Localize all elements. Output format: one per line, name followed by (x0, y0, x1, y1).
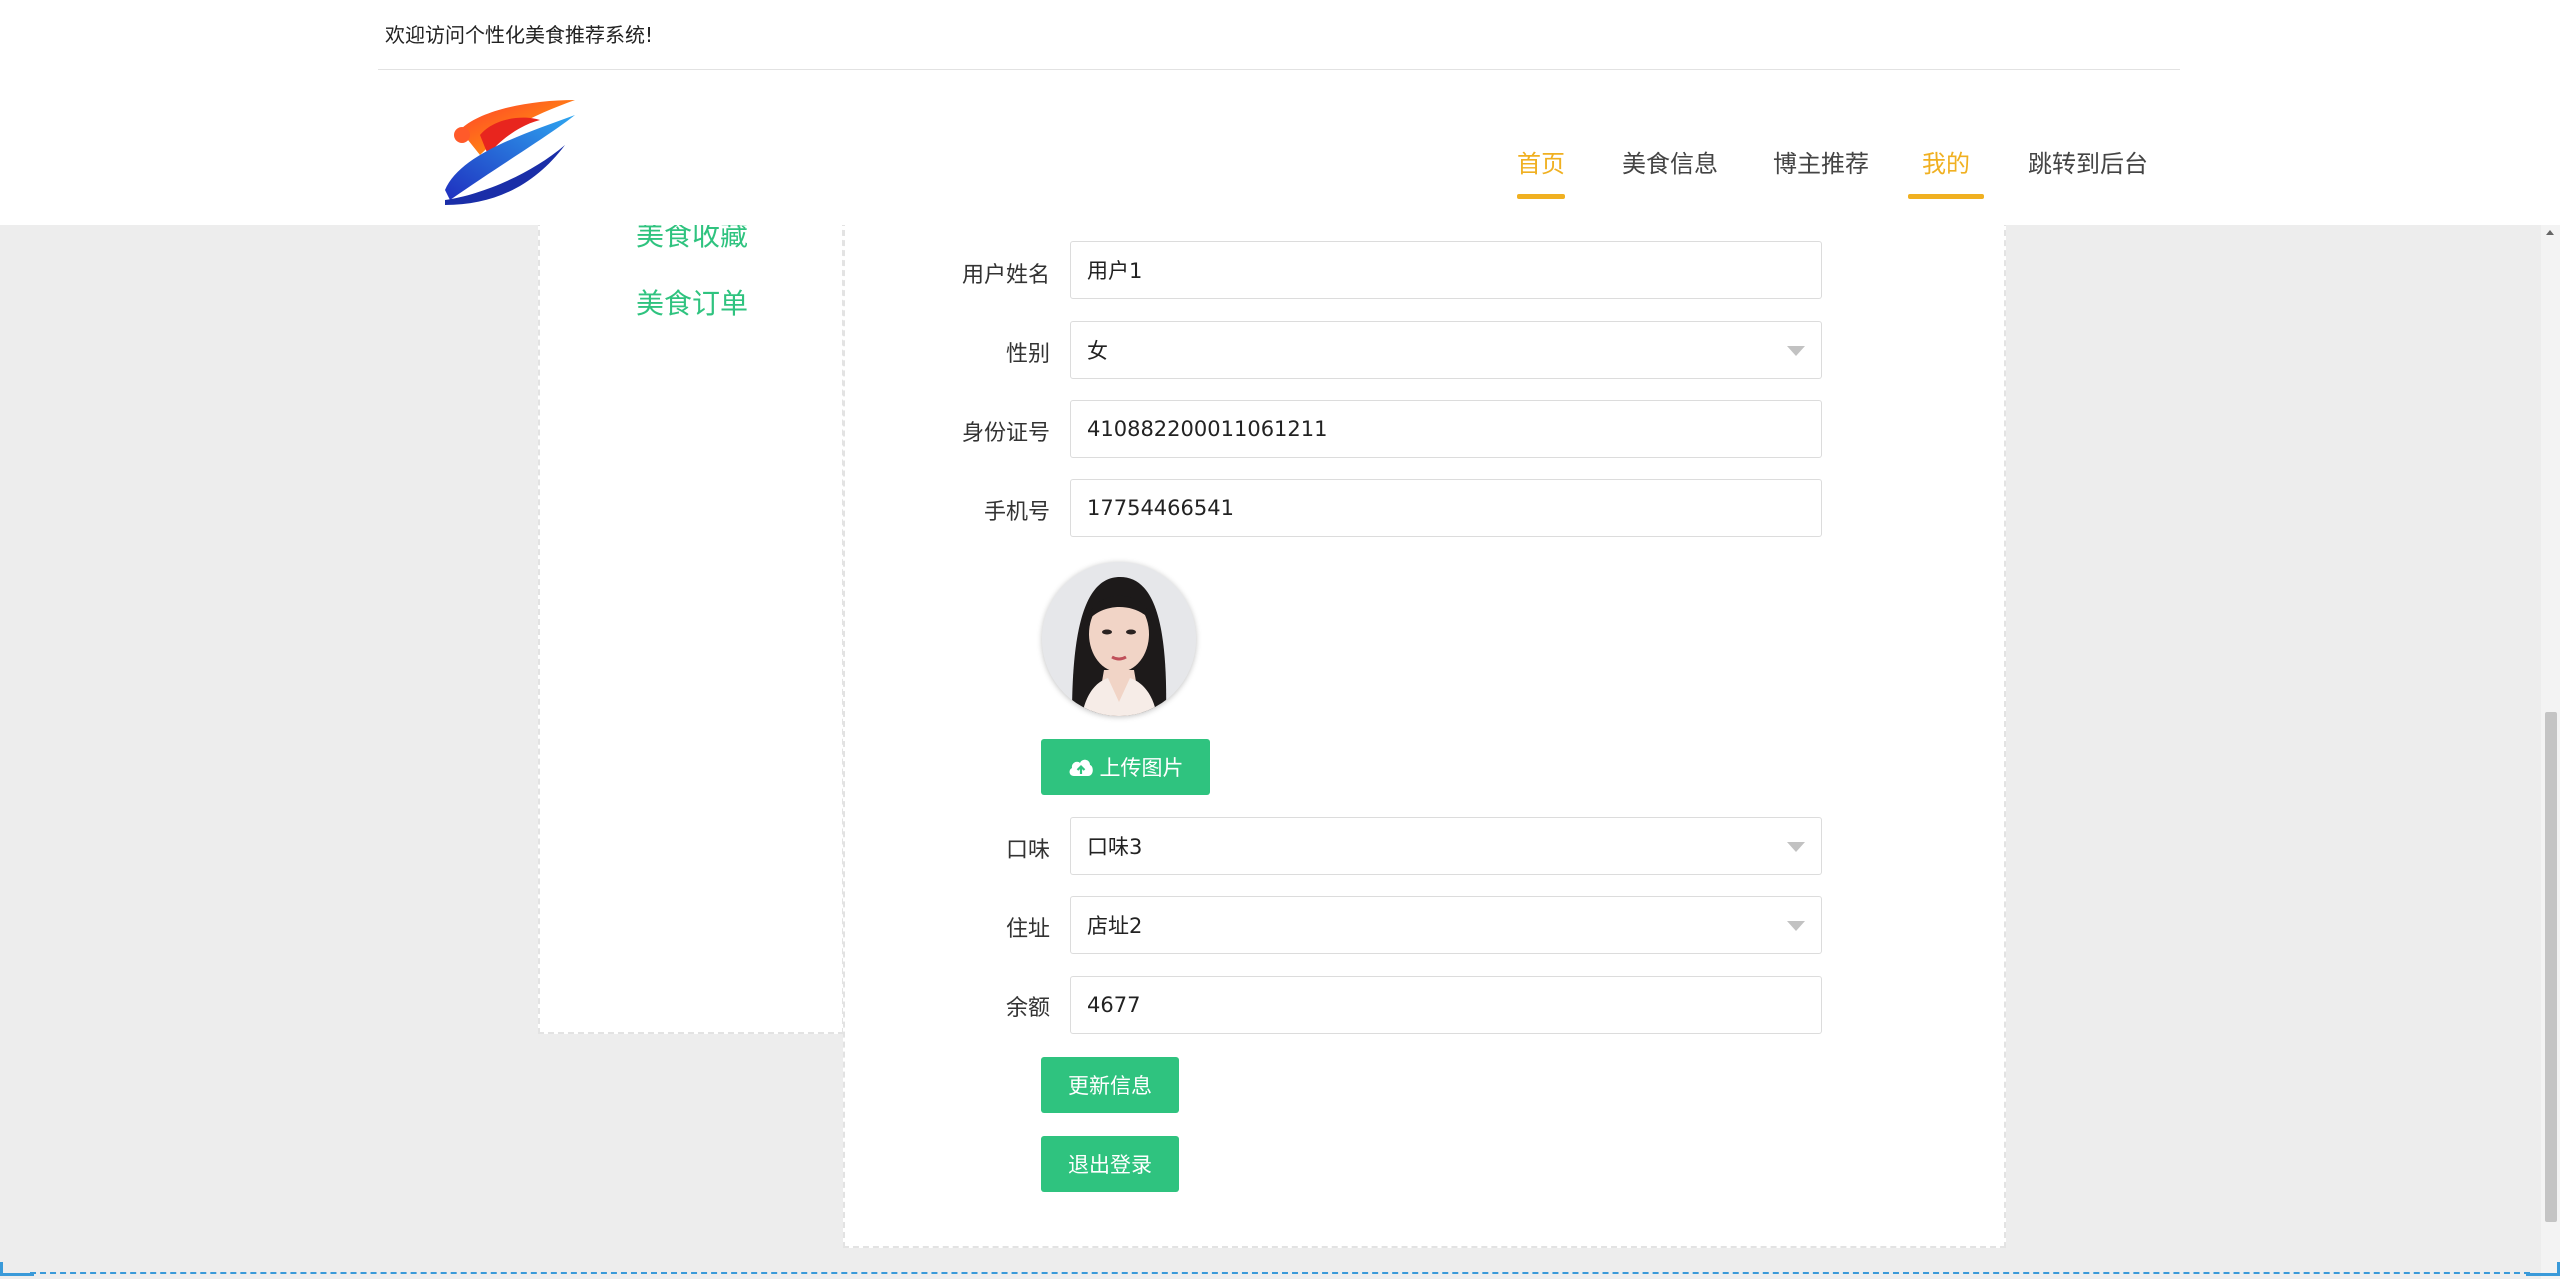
logout-button[interactable]: 退出登录 (1041, 1136, 1179, 1192)
scroll-up-icon[interactable] (2546, 230, 2554, 235)
nav-home-underline (1517, 194, 1565, 199)
nav-admin-label: 跳转到后台 (2028, 150, 2148, 178)
corner-marker-left (0, 1262, 34, 1276)
nav-mine-label: 我的 (1922, 150, 1970, 178)
logo-icon (445, 100, 575, 205)
avatar (1042, 562, 1196, 716)
avatar-portrait-icon (1042, 562, 1196, 716)
address-select[interactable]: 店址2 (1070, 896, 1822, 954)
bottom-divider (30, 1272, 2530, 1274)
taste-label: 口味 (1005, 838, 1050, 863)
phone-value: 17754466541 (1087, 496, 1234, 520)
gender-label: 性别 (1005, 342, 1050, 367)
nav-home-label: 首页 (1517, 150, 1565, 178)
balance-value: 4677 (1087, 993, 1141, 1017)
username-label: 用户姓名 (961, 263, 1050, 288)
site-header (0, 0, 2560, 225)
cloud-upload-icon (1069, 759, 1093, 776)
username-field[interactable]: 用户1 (1070, 241, 1822, 299)
nav-food-info-label: 美食信息 (1622, 150, 1718, 178)
header-divider (378, 69, 2180, 70)
balance-label: 余额 (1005, 996, 1050, 1021)
upload-image-label: 上传图片 (1099, 756, 1184, 780)
sidebar-panel (538, 200, 844, 1034)
nav-blogger-recommend-label: 博主推荐 (1773, 150, 1869, 178)
sidebar-item-orders[interactable]: 美食订单 (636, 282, 748, 322)
taste-value: 口味3 (1087, 835, 1143, 859)
upload-image-button[interactable]: 上传图片 (1041, 739, 1210, 795)
chevron-down-icon (1787, 921, 1805, 931)
nav-food-info[interactable]: 美食信息 (1622, 144, 1718, 179)
username-value: 用户1 (1087, 259, 1143, 283)
welcome-text: 欢迎访问个性化美食推荐系统! (385, 23, 654, 47)
nav-mine-underline (1908, 194, 1984, 199)
taste-select[interactable]: 口味3 (1070, 817, 1822, 875)
address-value: 店址2 (1087, 914, 1143, 938)
id-number-label: 身份证号 (961, 421, 1050, 446)
gender-value: 女 (1087, 339, 1108, 363)
phone-label: 手机号 (983, 500, 1050, 525)
nav-home[interactable]: 首页 (1517, 144, 1565, 199)
chevron-down-icon (1787, 842, 1805, 852)
chevron-down-icon (1787, 346, 1805, 356)
corner-marker-right (2526, 1262, 2560, 1276)
address-label: 住址 (1005, 917, 1050, 942)
id-number-value: 410882200011061211 (1087, 417, 1328, 441)
nav-admin[interactable]: 跳转到后台 (2028, 144, 2148, 179)
scrollbar-thumb[interactable] (2545, 712, 2557, 1222)
gender-select[interactable]: 女 (1070, 321, 1822, 379)
nav-blogger-recommend[interactable]: 博主推荐 (1773, 144, 1869, 179)
balance-field[interactable]: 4677 (1070, 976, 1822, 1034)
nav-mine[interactable]: 我的 (1908, 144, 1984, 199)
id-number-field[interactable]: 410882200011061211 (1070, 400, 1822, 458)
phone-field[interactable]: 17754466541 (1070, 479, 1822, 537)
update-info-button[interactable]: 更新信息 (1041, 1057, 1179, 1113)
